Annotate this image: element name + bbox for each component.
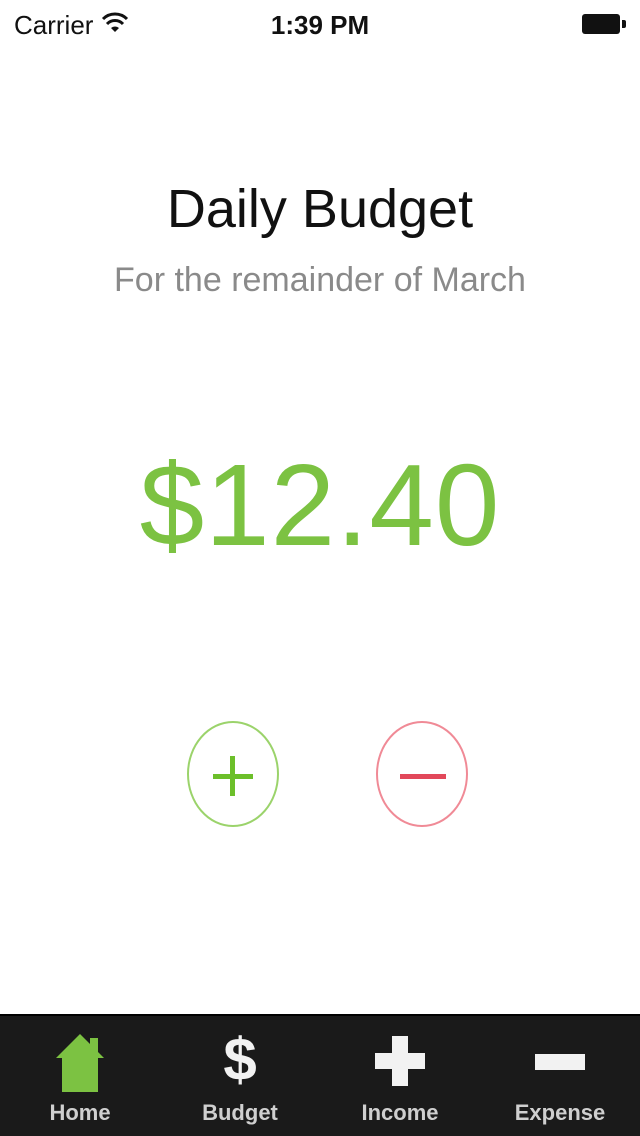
home-icon [56,1034,104,1092]
add-expense-button[interactable] [376,721,468,827]
plus-icon [375,1036,425,1086]
tab-expense[interactable]: Expense [480,1016,640,1136]
tab-label-expense: Expense [514,1100,606,1125]
add-income-button[interactable] [187,721,279,827]
tab-label-budget: Budget [202,1100,278,1125]
daily-budget-amount: $12.40 [139,440,501,570]
page-subtitle: For the remainder of March [114,261,526,299]
minus-icon [535,1054,585,1070]
tab-label-home: Home [49,1100,111,1125]
battery-icon [582,14,626,34]
status-bar: Carrier 1:39 PM [0,0,640,48]
tab-bar: Home $ Budget Income Expense [0,1014,640,1136]
tab-budget[interactable]: $ Budget [160,1016,320,1136]
tab-income[interactable]: Income [320,1016,480,1136]
tab-label-income: Income [361,1100,439,1125]
status-time: 1:39 PM [270,10,370,40]
dollar-icon: $ [223,1026,257,1093]
minus-icon [400,774,446,779]
page-title: Daily Budget [166,179,474,239]
app-screen: Carrier 1:39 PM Daily Budget For the rem… [0,0,640,1136]
tab-home[interactable]: Home [0,1016,160,1136]
